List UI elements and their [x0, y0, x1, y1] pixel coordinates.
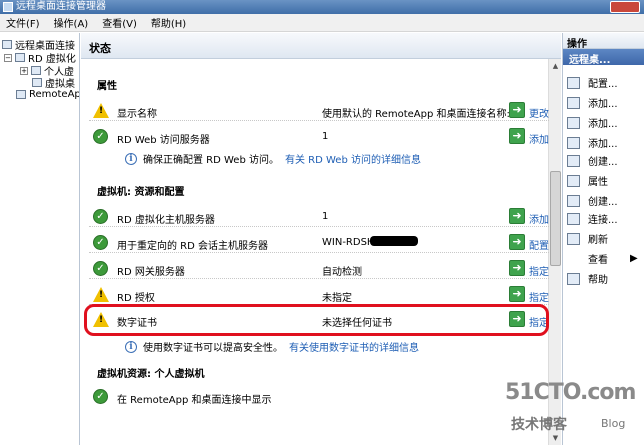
desktop-icon: [32, 78, 42, 87]
arrow-right-icon[interactable]: ➜: [509, 128, 525, 144]
close-button[interactable]: [610, 1, 640, 13]
app-icon: [3, 2, 13, 12]
row-licensing: RD 授权 未指定 ➜ 指定: [89, 285, 549, 305]
tree-item-virtual-desktop[interactable]: 虚拟桌: [32, 75, 75, 90]
expand-icon[interactable]: +: [20, 66, 28, 75]
check-icon: ✓: [93, 235, 108, 250]
menu-bar: 文件(F) 操作(A) 查看(V) 帮助(H): [0, 14, 644, 32]
watermark-sub: 技术博客: [511, 417, 567, 433]
submenu-arrow-icon: ▶: [630, 253, 638, 264]
action-help[interactable]: 帮助: [567, 271, 608, 286]
arrow-right-icon[interactable]: ➜: [509, 208, 525, 224]
remoteapp-icon: [16, 90, 26, 99]
action-refresh[interactable]: 刷新: [567, 231, 608, 246]
action-configure[interactable]: 配置...: [567, 75, 618, 90]
add-server-icon: [567, 116, 580, 129]
configure-link[interactable]: 配置: [529, 237, 549, 252]
main-panel: 状态 ▲ ▼ 属性 显示名称 使用默认的 RemoteApp 和桌面连接名称: …: [81, 33, 561, 445]
info-icon: i: [125, 152, 137, 165]
cert-details-link[interactable]: 有关使用数字证书的详细信息: [289, 339, 419, 354]
arrow-right-icon[interactable]: ➜: [509, 286, 525, 302]
info-icon: i: [125, 340, 137, 353]
check-icon: ✓: [93, 209, 108, 224]
row-display-name: 显示名称 使用默认的 RemoteApp 和桌面连接名称: ➜ 更改: [89, 101, 549, 121]
add-link[interactable]: 添加: [529, 131, 549, 146]
redaction-mark: [370, 236, 418, 246]
add-server-icon: [567, 96, 580, 109]
section-personal-vm: 虚拟机资源: 个人虚拟机: [97, 369, 205, 380]
refresh-icon: [567, 232, 580, 245]
actions-subtitle[interactable]: 远程桌...: [563, 49, 644, 66]
specify-link[interactable]: 指定: [529, 289, 549, 304]
properties-icon: [567, 174, 580, 187]
title-bar: 远程桌面连接管理器: [0, 0, 644, 14]
action-add-1[interactable]: 添加...: [567, 95, 618, 110]
row-show-remoteapp: ✓ 在 RemoteApp 和桌面连接中显示: [89, 387, 549, 407]
action-add-2[interactable]: 添加...: [567, 115, 618, 130]
rdweb-info: i 确保正确配置 RD Web 访问。 有关 RD Web 访问的详细信息: [125, 151, 421, 166]
arrow-right-icon[interactable]: ➜: [509, 260, 525, 276]
actions-title: 操作: [563, 33, 644, 50]
panel-header: 状态: [81, 33, 561, 59]
server-icon: [15, 53, 25, 62]
add-server-icon: [567, 136, 580, 149]
rdweb-details-link[interactable]: 有关 RD Web 访问的详细信息: [285, 151, 421, 166]
help-icon: [567, 272, 580, 285]
warning-icon: [93, 287, 109, 302]
row-rdvh: ✓ RD 虚拟化主机服务器 1 ➜ 添加: [89, 207, 549, 227]
menu-file[interactable]: 文件(F): [6, 15, 40, 30]
action-properties[interactable]: 属性: [567, 173, 608, 188]
watermark-blog: Blog: [601, 417, 626, 430]
menu-action[interactable]: 操作(A): [54, 15, 89, 30]
remote-desktop-icon: [2, 40, 12, 49]
row-rdweb: ✓ RD Web 访问服务器 1 ➜ 添加: [89, 127, 549, 147]
scroll-thumb[interactable]: [550, 171, 561, 266]
window-title: 远程桌面连接管理器: [16, 1, 106, 12]
navigation-tree: 远程桌面连接 − RD 虚拟化 + 个人虚 虚拟桌 RemoteApp: [0, 33, 80, 445]
connect-icon: [567, 212, 580, 225]
action-create-1[interactable]: 创建...: [567, 153, 618, 168]
action-add-3[interactable]: 添加...: [567, 135, 618, 150]
arrow-right-icon[interactable]: ➜: [509, 102, 525, 118]
create-icon: [567, 194, 580, 207]
section-properties: 属性: [97, 81, 117, 92]
action-connect[interactable]: 连接...: [567, 211, 618, 226]
watermark-logo: 51CTO.com: [505, 380, 636, 405]
arrow-right-icon[interactable]: ➜: [509, 234, 525, 250]
check-icon: ✓: [93, 129, 108, 144]
warning-icon: [93, 103, 109, 118]
watermark: 51CTO.com 技术博客 Blog: [505, 380, 640, 440]
tree-item-remoteapp[interactable]: RemoteApp: [16, 89, 79, 100]
collapse-icon[interactable]: −: [4, 53, 12, 62]
action-view[interactable]: 查看 ▶: [567, 251, 638, 266]
check-icon: ✓: [93, 261, 108, 276]
folder-icon: [31, 66, 41, 75]
scroll-up-icon[interactable]: ▲: [550, 60, 561, 72]
create-icon: [567, 154, 580, 167]
action-create-2[interactable]: 创建...: [567, 193, 618, 208]
red-highlight-annotation: [84, 304, 549, 336]
configure-icon: [567, 76, 580, 89]
cert-info: i 使用数字证书可以提高安全性。 有关使用数字证书的详细信息: [125, 339, 419, 354]
specify-link[interactable]: 指定: [529, 263, 549, 278]
section-vm-resources: 虚拟机: 资源和配置: [97, 187, 185, 198]
menu-help[interactable]: 帮助(H): [151, 15, 186, 30]
change-link[interactable]: 更改: [529, 105, 549, 120]
check-icon: ✓: [93, 389, 108, 404]
menu-view[interactable]: 查看(V): [102, 15, 137, 30]
add-link[interactable]: 添加: [529, 211, 549, 226]
row-gateway: ✓ RD 网关服务器 自动检测 ➜ 指定: [89, 259, 549, 279]
row-redirect: ✓ 用于重定向的 RD 会话主机服务器 WIN-RDSH. ➜ 配置: [89, 233, 549, 253]
